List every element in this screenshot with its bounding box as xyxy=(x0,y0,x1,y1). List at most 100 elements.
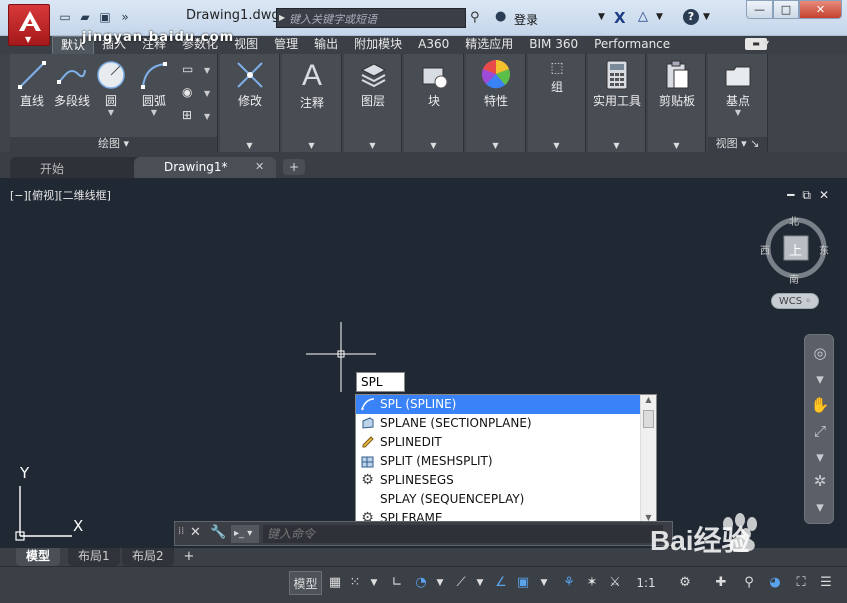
close-button[interactable]: ✕ xyxy=(799,0,842,19)
viewcube-east[interactable]: 东 xyxy=(819,242,829,257)
a360-dropdown-icon[interactable]: ▼ xyxy=(656,12,663,22)
rectangle-icon[interactable]: ▭ xyxy=(182,62,193,76)
drawing-area[interactable]: [−][俯视][二维线框] ━ ⧉ ✕ 北 南 东 西 上 WCS ◦ ◎ ▾ … xyxy=(0,178,847,548)
tab-model[interactable]: 模型 xyxy=(16,548,61,566)
osnap-dropdown-icon[interactable]: ▼ xyxy=(538,571,550,595)
customize-wrench-icon[interactable]: 🔧 xyxy=(210,525,226,540)
dynamic-input-field[interactable]: SPL xyxy=(356,372,405,392)
tab-addins[interactable]: 附加模块 xyxy=(346,36,410,54)
clipboard-panel-expand-icon[interactable]: ▼ xyxy=(673,141,679,150)
tab-layout2[interactable]: 布局2 xyxy=(122,548,174,566)
tab-manage[interactable]: 管理 xyxy=(266,36,306,54)
zoom-extents-icon[interactable]: ⤢ xyxy=(810,421,830,441)
autocomplete-item-spline[interactable]: SPL (SPLINE) xyxy=(356,395,640,414)
new-tab-button[interactable]: + xyxy=(283,159,305,175)
basepoint-tool[interactable]: 基点 ▼ xyxy=(714,62,762,117)
steering-wheel-dropdown-icon[interactable]: ▾ xyxy=(810,369,830,389)
annotation-scale-value[interactable]: 1:1 xyxy=(632,571,660,595)
panel-view-title[interactable]: 视图 ▾ ↘ xyxy=(708,137,767,152)
wcs-menu-button[interactable]: WCS ◦ xyxy=(771,293,819,309)
annotation-panel-expand-icon[interactable]: ▼ xyxy=(308,141,314,150)
open-folder-icon[interactable]: ▰ xyxy=(76,8,94,26)
tab-a360[interactable]: A360 xyxy=(410,36,457,54)
minimize-button[interactable]: — xyxy=(746,0,773,19)
binoculars-search-icon[interactable]: ⚲ xyxy=(470,10,480,25)
autodesk-a360-icon[interactable]: △ xyxy=(638,9,648,24)
viewcube-south[interactable]: 南 xyxy=(789,271,799,286)
add-plus-icon[interactable]: ✚ xyxy=(712,571,730,595)
customization-menu-icon[interactable]: ☰ xyxy=(817,571,835,595)
modify-tool[interactable]: 修改 xyxy=(228,60,272,109)
pan-hand-icon[interactable]: ✋ xyxy=(810,395,830,415)
arc-tool[interactable]: 圆弧 ▼ xyxy=(134,60,174,117)
circle-tool[interactable]: 圆 ▼ xyxy=(94,60,128,117)
login-link[interactable]: 登录 xyxy=(514,11,538,28)
circle-dropdown-icon[interactable]: ▼ xyxy=(94,109,128,117)
properties-panel-expand-icon[interactable]: ▼ xyxy=(492,141,498,150)
application-menu-button[interactable]: ▼ xyxy=(8,4,50,46)
tab-featured-apps[interactable]: 精选应用 xyxy=(457,36,521,54)
rectangle-dropdown-icon[interactable]: ▼ xyxy=(204,66,210,75)
user-icon[interactable]: ● xyxy=(495,9,506,24)
zoom-dropdown-icon[interactable]: ▾ xyxy=(810,447,830,467)
viewcube-top-face[interactable]: 上 xyxy=(789,240,802,259)
tab-start[interactable]: 开始 xyxy=(10,157,150,178)
orbit-dropdown-icon[interactable]: ▾ xyxy=(810,497,830,517)
panel-draw-title[interactable]: 绘图 ▾ xyxy=(10,137,217,152)
autocomplete-item-splinedit[interactable]: SPLINEDIT xyxy=(356,433,640,452)
layers-panel-expand-icon[interactable]: ▼ xyxy=(369,141,375,150)
maximize-button[interactable]: □ xyxy=(773,0,799,19)
groups-tool[interactable]: ⬚ 组 xyxy=(535,60,579,95)
groups-panel-expand-icon[interactable]: ▼ xyxy=(553,141,559,150)
annotation-tool[interactable]: A 注释 xyxy=(290,60,334,111)
utilities-tool[interactable]: 实用工具 xyxy=(591,60,643,109)
search-expand-icon[interactable]: ▶ xyxy=(279,13,285,22)
block-panel-expand-icon[interactable]: ▼ xyxy=(430,141,436,150)
hardware-acceleration-icon[interactable]: ◕ xyxy=(766,571,784,595)
arc-dropdown-icon[interactable]: ▼ xyxy=(134,109,174,117)
boundary-icon[interactable]: ⊞ xyxy=(182,108,192,122)
command-line-grip-icon[interactable]: ⁞⁞ xyxy=(178,526,184,537)
viewport-close-icon[interactable]: ✕ xyxy=(819,188,829,203)
hatch-dropdown-icon[interactable]: ▼ xyxy=(204,89,210,98)
layers-tool[interactable]: 图层 xyxy=(351,60,395,109)
close-tab-icon[interactable]: ✕ xyxy=(255,160,264,173)
more-tools-icon[interactable]: » xyxy=(116,8,134,26)
workspace-gear-icon[interactable]: ⚙ xyxy=(676,571,694,595)
hatch-icon[interactable]: ◉ xyxy=(182,85,192,99)
isometric-icon[interactable]: ⟋ xyxy=(452,571,470,595)
tab-performance[interactable]: Performance xyxy=(586,36,678,54)
autocomplete-item-split[interactable]: SPLIT (MESHSPLIT) xyxy=(356,452,640,471)
recent-commands-icon[interactable]: ▸_ ▾ xyxy=(231,525,259,543)
object-snap-tracking-icon[interactable]: ∠ xyxy=(492,571,510,595)
autocomplete-item-splane[interactable]: SPLANE (SECTIONPLANE) xyxy=(356,414,640,433)
close-command-line-icon[interactable]: ✕ xyxy=(190,525,201,540)
viewcube-north[interactable]: 北 xyxy=(789,213,799,228)
orbit-icon[interactable]: ✲ xyxy=(810,471,830,491)
exchange-apps-icon[interactable]: X xyxy=(614,9,626,27)
tab-bim360[interactable]: BIM 360 xyxy=(521,36,586,54)
line-tool[interactable]: 直线 xyxy=(14,60,50,109)
annotation-scale-icon[interactable]: ⚔ xyxy=(606,571,624,595)
annotation-visibility-icon[interactable]: ⚘ xyxy=(560,571,578,595)
grid-icon[interactable]: ▦ xyxy=(326,571,344,595)
polar-dropdown-icon[interactable]: ▼ xyxy=(434,571,446,595)
properties-tool[interactable]: 特性 xyxy=(474,58,518,109)
help-dropdown-icon[interactable]: ▼ xyxy=(703,12,710,22)
save-icon[interactable]: ▣ xyxy=(96,8,114,26)
tab-layout1[interactable]: 布局1 xyxy=(68,548,120,566)
boundary-dropdown-icon[interactable]: ▼ xyxy=(204,112,210,121)
autocomplete-scrollbar[interactable]: ▲ ▼ xyxy=(640,395,656,527)
utilities-panel-expand-icon[interactable]: ▼ xyxy=(613,141,619,150)
scroll-up-icon[interactable]: ▲ xyxy=(641,395,656,409)
isometric-dropdown-icon[interactable]: ▼ xyxy=(474,571,486,595)
clipboard-tool[interactable]: 剪贴板 xyxy=(651,60,703,109)
new-file-icon[interactable]: ▭ xyxy=(56,8,74,26)
polar-tracking-icon[interactable]: ◔ xyxy=(412,571,430,595)
viewport-minimize-icon[interactable]: ━ xyxy=(787,188,794,203)
viewport-restore-icon[interactable]: ⧉ xyxy=(802,188,811,203)
ortho-icon[interactable]: ∟ xyxy=(388,571,406,595)
command-input[interactable] xyxy=(263,525,663,543)
block-tool[interactable]: 块 xyxy=(412,60,456,109)
scroll-thumb[interactable] xyxy=(643,410,654,428)
